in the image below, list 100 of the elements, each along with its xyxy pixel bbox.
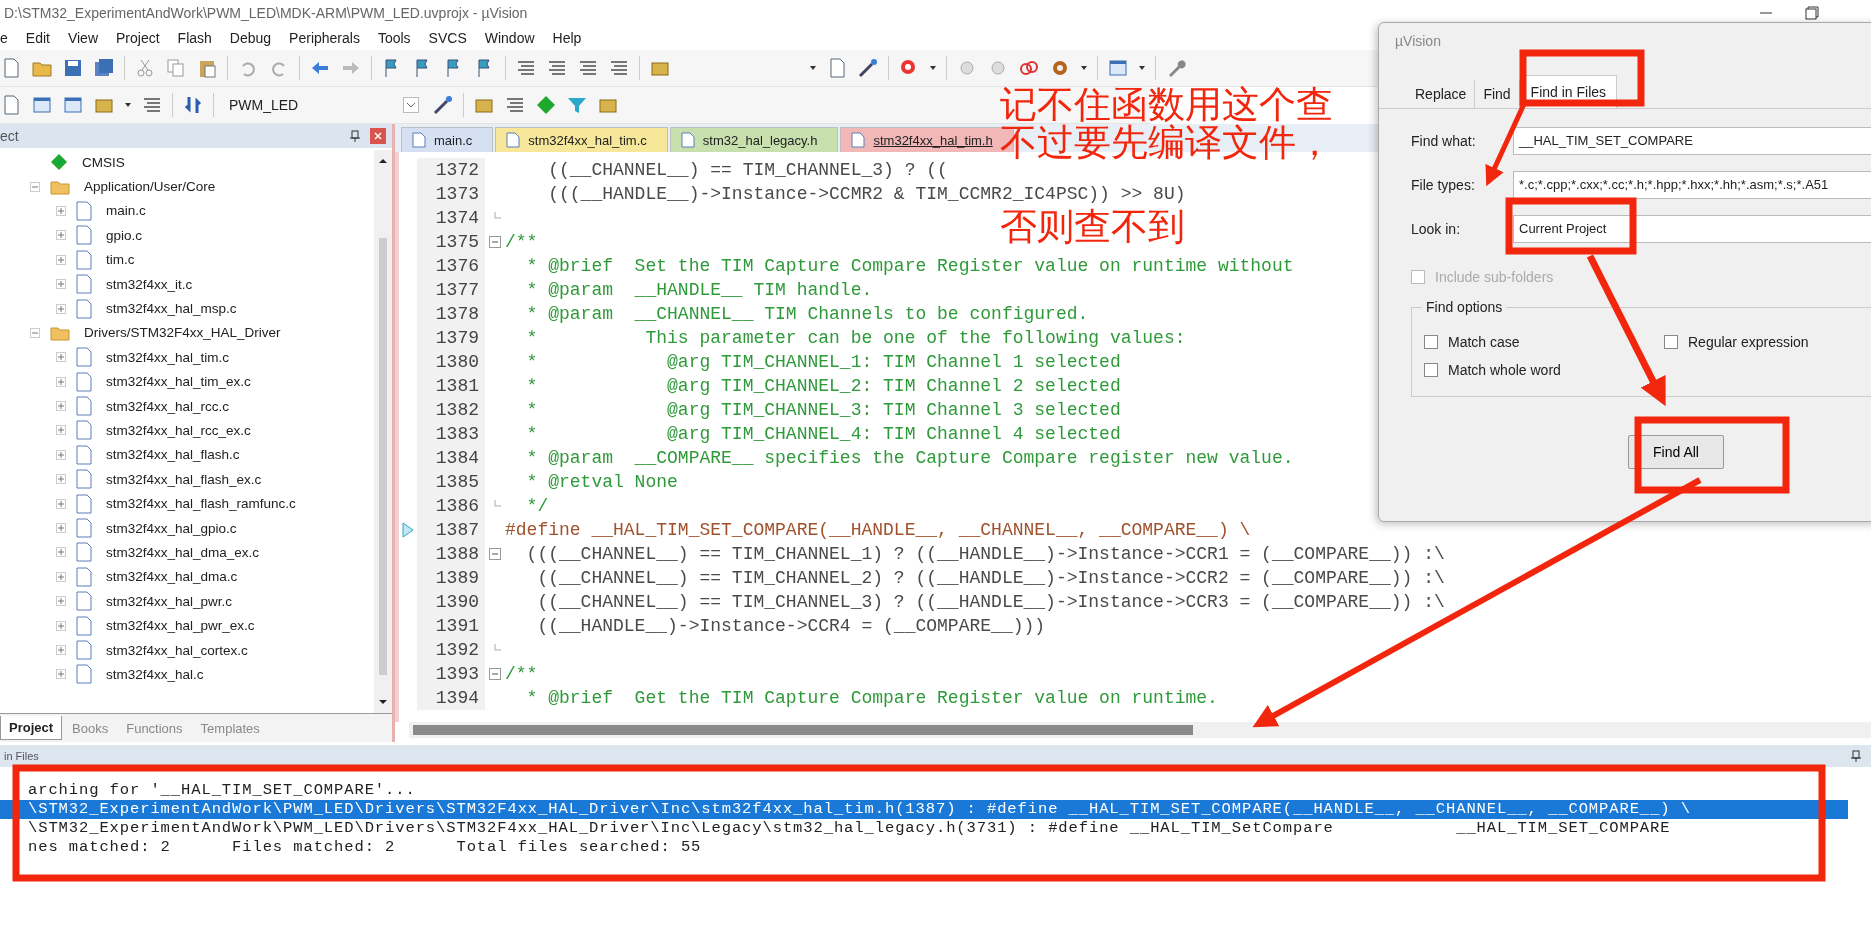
fold-icon[interactable] <box>489 548 501 560</box>
expand-icon[interactable] <box>56 230 66 241</box>
dialog-tab[interactable]: Replace <box>1407 80 1476 108</box>
expand-icon[interactable] <box>56 205 66 216</box>
window-icon[interactable] <box>1107 57 1129 79</box>
line-number: 1379 <box>417 326 485 350</box>
input-field[interactable]: __HAL_TIM_SET_COMPARE <box>1513 127 1871 155</box>
copy-icon[interactable] <box>165 57 187 79</box>
menu-item[interactable]: Project <box>116 30 160 46</box>
menu-item[interactable]: SVCS <box>428 30 467 46</box>
tree-item[interactable]: stm32f4xx_hal_rcc.c <box>106 398 230 414</box>
expand-icon[interactable] <box>56 254 66 265</box>
fold-icon[interactable] <box>489 236 501 248</box>
arrows-icon[interactable] <box>182 94 204 116</box>
menu-item[interactable]: Tools <box>377 30 411 46</box>
expand-icon[interactable] <box>56 279 66 290</box>
tree-item[interactable]: stm32f4xx_hal_pwr.c <box>106 593 233 609</box>
disks-icon[interactable] <box>93 57 115 79</box>
expand-icon[interactable] <box>56 547 66 558</box>
menu-item[interactable]: Help <box>552 30 582 46</box>
diamond-icon[interactable] <box>535 94 557 116</box>
tree-item[interactable]: stm32f4xx_hal_tim.c <box>106 349 230 365</box>
expand-icon[interactable] <box>56 620 66 631</box>
expand-icon[interactable] <box>56 352 66 363</box>
line-number: 1385 <box>417 470 485 494</box>
expand-icon[interactable] <box>56 425 66 436</box>
fold-icon[interactable] <box>489 668 501 680</box>
tree-item[interactable]: main.c <box>106 203 146 219</box>
expand-icon[interactable] <box>56 523 66 534</box>
pin-icon[interactable] <box>1851 750 1861 762</box>
tree-item[interactable]: stm32f4xx_hal.c <box>106 666 204 682</box>
output-line[interactable]: arching for '__HAL_TIM_SET_COMPARE'... <box>0 781 1848 800</box>
scrollbar[interactable] <box>374 150 392 713</box>
tree-item[interactable]: stm32f4xx_hal_flash_ex.c <box>106 471 262 487</box>
target-dropdown[interactable]: PWM_LED <box>223 93 423 117</box>
input-field[interactable]: Current Project <box>1513 215 1871 243</box>
line-number: 1381 <box>417 374 485 398</box>
tree-item[interactable]: gpio.c <box>106 227 143 243</box>
tree-item[interactable]: stm32f4xx_it.c <box>106 276 193 292</box>
line-number: 1372 <box>417 158 485 182</box>
wand-icon[interactable] <box>432 94 454 116</box>
expand-icon[interactable] <box>56 498 66 509</box>
file-tab[interactable]: main.c <box>401 127 494 152</box>
line-number: 1391 <box>417 614 485 638</box>
tree-item[interactable]: stm32f4xx_hal_msp.c <box>106 301 237 317</box>
menu-item[interactable]: Window <box>484 30 535 46</box>
input-field[interactable]: *.c;*.cpp;*.cxx;*.cc;*.h;*.hpp;*.hxx;*.hh;*.asm;*.s;*.A51 <box>1513 171 1871 199</box>
collapse-icon[interactable] <box>30 181 40 192</box>
menu-item[interactable]: View <box>67 30 98 46</box>
expand-icon[interactable] <box>56 596 66 607</box>
menu-item[interactable]: e <box>0 30 8 46</box>
close-icon[interactable] <box>370 128 386 144</box>
tree-item[interactable]: stm32f4xx_hal_tim_ex.c <box>106 374 251 390</box>
file-icon <box>412 132 426 148</box>
file-icon <box>76 347 92 368</box>
find-all-button[interactable]: Find All <box>1628 435 1724 469</box>
tree-item[interactable]: stm32f4xx_hal_dma.c <box>106 569 238 585</box>
expand-icon[interactable] <box>56 571 66 582</box>
tree-item[interactable]: CMSIS <box>82 154 125 170</box>
expand-icon[interactable] <box>56 303 66 314</box>
collapse-icon[interactable] <box>30 327 40 338</box>
menu-item[interactable]: Debug <box>229 30 272 46</box>
file-tab[interactable]: stm32_hal_legacy.h <box>669 127 839 152</box>
panel-tab[interactable]: Project <box>0 716 63 740</box>
output-line[interactable]: \STM32_ExperimentAndWork\PWM_LED\Drivers\STM32F4xx_HAL_Driver\Inc\Legacy\stm32_hal_legacy.h(3731) : #define __HAL_TIM_SetCompare __HAL_TIM_SET_COMPARE <box>0 819 1848 838</box>
expand-icon[interactable] <box>56 645 66 655</box>
expand-icon[interactable] <box>56 376 66 387</box>
tree-item[interactable]: stm32f4xx_hal_pwr_ex.c <box>106 618 255 634</box>
restore-icon[interactable] <box>1805 6 1819 20</box>
tree-item[interactable]: stm32f4xx_hal_flash.c <box>106 447 240 463</box>
dialog-tab[interactable]: Find <box>1475 80 1520 108</box>
menu-item[interactable]: Flash <box>177 30 212 46</box>
tree-item[interactable]: stm32f4xx_hal_flash_ramfunc.c <box>106 496 296 512</box>
checkbox[interactable] <box>1424 363 1438 377</box>
caret-icon[interactable] <box>403 97 419 113</box>
expand-icon[interactable] <box>56 669 66 680</box>
tree-item[interactable]: tim.c <box>106 252 135 268</box>
tree-item[interactable]: Drivers/STM32F4xx_HAL_Driver <box>84 325 281 341</box>
expand-icon[interactable] <box>56 401 66 412</box>
checkbox[interactable] <box>1424 335 1438 349</box>
checkbox[interactable] <box>1664 335 1678 349</box>
scrollbar[interactable] <box>409 722 1871 738</box>
tree-item[interactable]: stm32f4xx_hal_dma_ex.c <box>106 544 260 560</box>
scissors-icon[interactable] <box>134 57 156 79</box>
expand-icon[interactable] <box>56 474 66 485</box>
expand-icon[interactable] <box>56 449 66 460</box>
file-tab[interactable]: stm32f4xx_hal_tim.c <box>495 127 668 152</box>
menu-item[interactable]: Edit <box>25 30 50 46</box>
file-icon <box>76 444 92 465</box>
line-number: 1394 <box>417 686 485 710</box>
pin-icon[interactable] <box>350 130 360 142</box>
tree-item[interactable]: stm32f4xx_hal_cortex.c <box>106 642 248 658</box>
tree-item[interactable]: stm32f4xx_hal_gpio.c <box>106 520 237 536</box>
output-line[interactable]: nes matched: 2 Files matched: 2 Total files searched: 55 <box>0 838 1848 857</box>
window-icon[interactable] <box>31 94 53 116</box>
tree-item[interactable]: stm32f4xx_hal_rcc_ex.c <box>106 423 251 438</box>
menu-item[interactable]: Peripherals <box>289 30 360 46</box>
window-icon[interactable] <box>62 94 84 116</box>
wand-icon[interactable] <box>857 57 879 79</box>
tree-item[interactable]: Application/User/Core <box>84 179 216 195</box>
